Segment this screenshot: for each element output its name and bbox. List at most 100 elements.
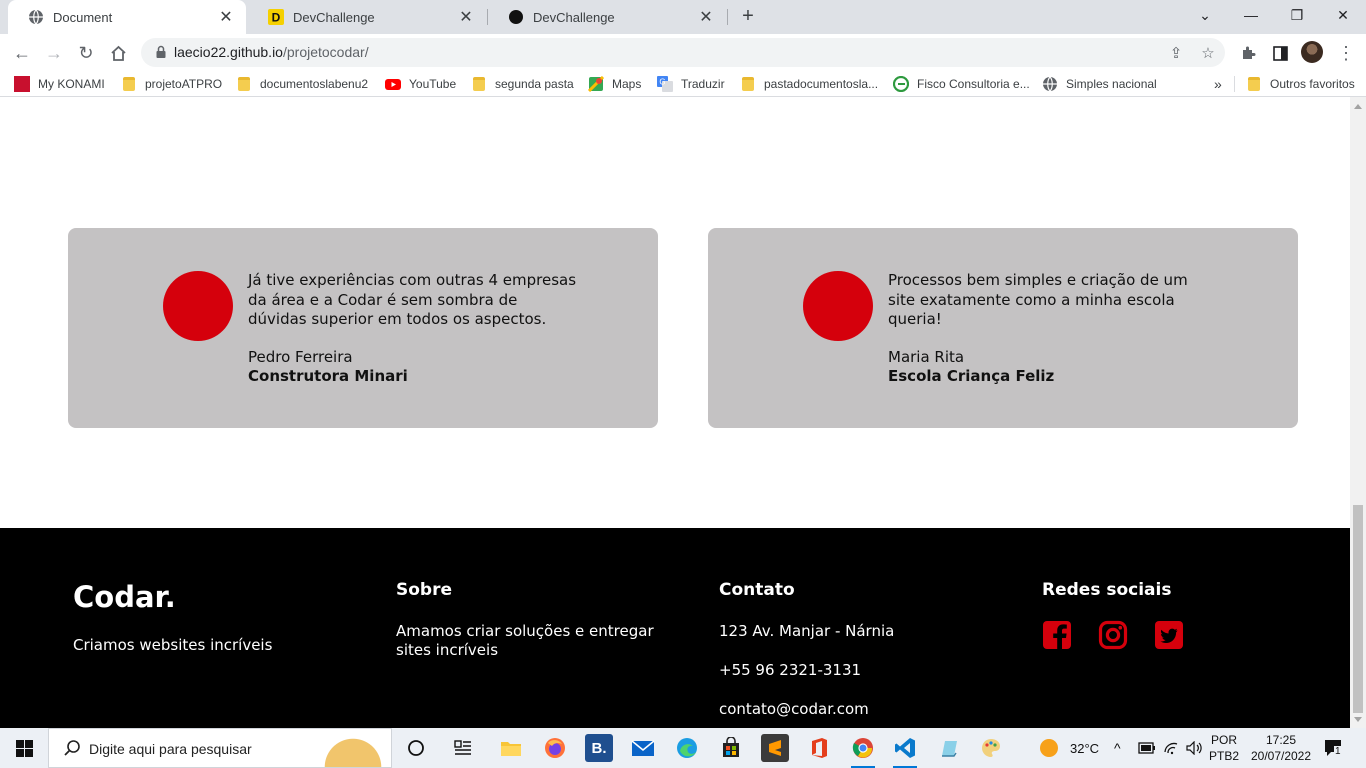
volume-icon[interactable] xyxy=(1186,728,1204,768)
notification-count-badge: 1 xyxy=(1334,746,1342,757)
mail-icon[interactable] xyxy=(629,734,657,762)
paint-icon[interactable] xyxy=(977,734,1005,762)
bookmark-outros-favoritos[interactable]: Outros favoritos xyxy=(1246,75,1355,93)
bookmark-label: Simples nacional xyxy=(1066,77,1157,91)
scroll-down-arrow-icon[interactable] xyxy=(1354,717,1362,722)
widgets-icon[interactable] xyxy=(449,734,477,762)
tab-title: Document xyxy=(53,9,113,25)
close-tab-icon[interactable]: ✕ xyxy=(456,7,476,27)
tab-title: DevChallenge xyxy=(533,9,615,25)
office-icon[interactable] xyxy=(805,734,833,762)
tab-document[interactable]: Document ✕ xyxy=(8,0,246,34)
sublime-text-icon[interactable] xyxy=(761,734,789,762)
keyboard-layout: PTB2 xyxy=(1208,749,1239,763)
bookmark-documentoslabenu2[interactable]: documentoslabenu2 xyxy=(236,75,368,93)
battery-icon[interactable] xyxy=(1138,728,1156,768)
taskbar-search-box[interactable]: Digite aqui para pesquisar xyxy=(48,728,392,768)
system-clock[interactable]: 17:25 20/07/2022 xyxy=(1246,732,1316,764)
restore-icon[interactable]: ❐ xyxy=(1274,0,1320,30)
scrollbar-thumb[interactable] xyxy=(1353,505,1363,713)
bookmarks-overflow-chevron-icon[interactable]: » xyxy=(1214,75,1222,93)
address-bar[interactable]: laecio22.github.io/projetocodar/ ⇪ ☆ xyxy=(141,38,1225,67)
globe-icon xyxy=(1042,76,1058,92)
search-highlight-illustration xyxy=(317,731,389,767)
bookmark-fisco-consultoria[interactable]: Fisco Consultoria e... xyxy=(892,75,1030,93)
microsoft-store-icon[interactable] xyxy=(717,734,745,762)
bookmark-label: Maps xyxy=(612,77,642,91)
youtube-icon xyxy=(385,76,401,92)
clock-date: 20/07/2022 xyxy=(1250,749,1312,763)
bookmark-projetoatpro[interactable]: projetoATPRO xyxy=(121,75,222,93)
vscode-icon[interactable] xyxy=(891,734,919,768)
chrome-icon[interactable] xyxy=(849,734,877,768)
instagram-icon[interactable] xyxy=(1098,620,1128,650)
menu-kebab-icon[interactable]: ⋮ xyxy=(1332,39,1360,67)
bookmark-label: YouTube xyxy=(409,77,457,91)
facebook-icon[interactable] xyxy=(1042,620,1072,650)
search-placeholder: Digite aqui para pesquisar xyxy=(89,741,252,757)
profile-avatar[interactable] xyxy=(1301,41,1323,63)
edge-icon[interactable] xyxy=(673,734,701,762)
bookmark-traduzir[interactable]: G Traduzir xyxy=(657,75,725,93)
footer-contact-title: Contato xyxy=(719,580,795,600)
testimonial-quote: Processos bem simples e criação de um si… xyxy=(888,271,1188,328)
close-tab-icon[interactable]: ✕ xyxy=(696,7,716,27)
side-panel-icon[interactable] xyxy=(1266,39,1294,67)
browser-tab-strip: Document ✕ D DevChallenge ✕ DevChallenge… xyxy=(0,0,1366,34)
bookmark-simples-nacional[interactable]: Simples nacional xyxy=(1042,75,1157,93)
folder-icon xyxy=(123,77,135,91)
notepad-icon[interactable] xyxy=(935,734,963,762)
weather-widget[interactable]: 32°C xyxy=(1040,728,1099,768)
svg-text:D: D xyxy=(272,11,281,25)
github-logo-icon xyxy=(508,9,524,25)
footer-about-title: Sobre xyxy=(396,580,453,600)
lock-icon xyxy=(154,45,168,59)
input-language-indicator[interactable]: POR PTB2 xyxy=(1206,732,1242,764)
footer-email[interactable]: contato@codar.com xyxy=(719,700,869,719)
page-scrollbar[interactable] xyxy=(1350,97,1366,728)
file-explorer-icon[interactable] xyxy=(497,734,525,762)
tab-title: DevChallenge xyxy=(293,9,375,25)
reload-icon[interactable]: ↻ xyxy=(72,39,100,67)
svg-text:G: G xyxy=(659,78,665,87)
bookmark-pastadocumentosla[interactable]: pastadocumentosla... xyxy=(740,75,878,93)
bookmarks-bar: My KONAMI projetoATPRO documentoslabenu2… xyxy=(0,71,1366,97)
forward-arrow-icon[interactable]: → xyxy=(40,39,68,67)
scroll-up-arrow-icon[interactable] xyxy=(1354,104,1362,109)
tab-devchallenge-2[interactable]: DevChallenge ✕ xyxy=(488,0,726,34)
testimonial-company: Construtora Minari xyxy=(248,367,408,385)
extensions-puzzle-icon[interactable] xyxy=(1234,39,1262,67)
bookmark-youtube[interactable]: YouTube xyxy=(385,75,456,93)
firefox-icon[interactable] xyxy=(541,734,569,762)
task-view-icon[interactable] xyxy=(402,734,430,762)
url-host: laecio22.github.io xyxy=(174,44,283,60)
url-text: laecio22.github.io/projetocodar/ xyxy=(174,44,369,60)
close-tab-icon[interactable]: ✕ xyxy=(216,7,236,27)
devchallenge-logo-icon: D xyxy=(268,9,284,25)
tray-overflow-chevron-icon[interactable]: ^ xyxy=(1114,728,1121,768)
share-icon[interactable]: ⇪ xyxy=(1167,44,1185,62)
footer-tagline: Criamos websites incríveis xyxy=(73,636,273,654)
close-window-icon[interactable]: ✕ xyxy=(1320,0,1366,30)
twitter-icon[interactable] xyxy=(1154,620,1184,650)
brmodelo-icon[interactable]: B. xyxy=(585,734,613,762)
bookmark-label: projetoATPRO xyxy=(145,77,223,91)
testimonial-quote: Já tive experiências com outras 4 empres… xyxy=(248,271,577,328)
testimonial-card: Já tive experiências com outras 4 empres… xyxy=(68,228,658,428)
new-tab-plus-icon[interactable]: + xyxy=(738,6,758,27)
windows-start-icon[interactable] xyxy=(0,728,48,768)
bookmark-segunda-pasta[interactable]: segunda pasta xyxy=(471,75,574,93)
home-icon[interactable] xyxy=(104,39,132,67)
tab-devchallenge-1[interactable]: D DevChallenge ✕ xyxy=(248,0,486,34)
bookmark-star-icon[interactable]: ☆ xyxy=(1199,44,1217,62)
folder-icon xyxy=(742,77,754,91)
bookmarks-separator xyxy=(1234,76,1235,92)
minimize-icon[interactable]: — xyxy=(1228,0,1274,30)
bookmark-my-konami[interactable]: My KONAMI xyxy=(14,75,105,93)
testimonial-author: Pedro Ferreira xyxy=(248,348,353,366)
back-arrow-icon[interactable]: ← xyxy=(8,39,36,67)
wifi-icon[interactable] xyxy=(1163,728,1179,768)
tab-search-chevron-icon[interactable]: ⌄ xyxy=(1182,0,1228,30)
notifications-icon[interactable]: 1 xyxy=(1324,728,1344,768)
bookmark-maps[interactable]: Maps xyxy=(587,75,642,93)
